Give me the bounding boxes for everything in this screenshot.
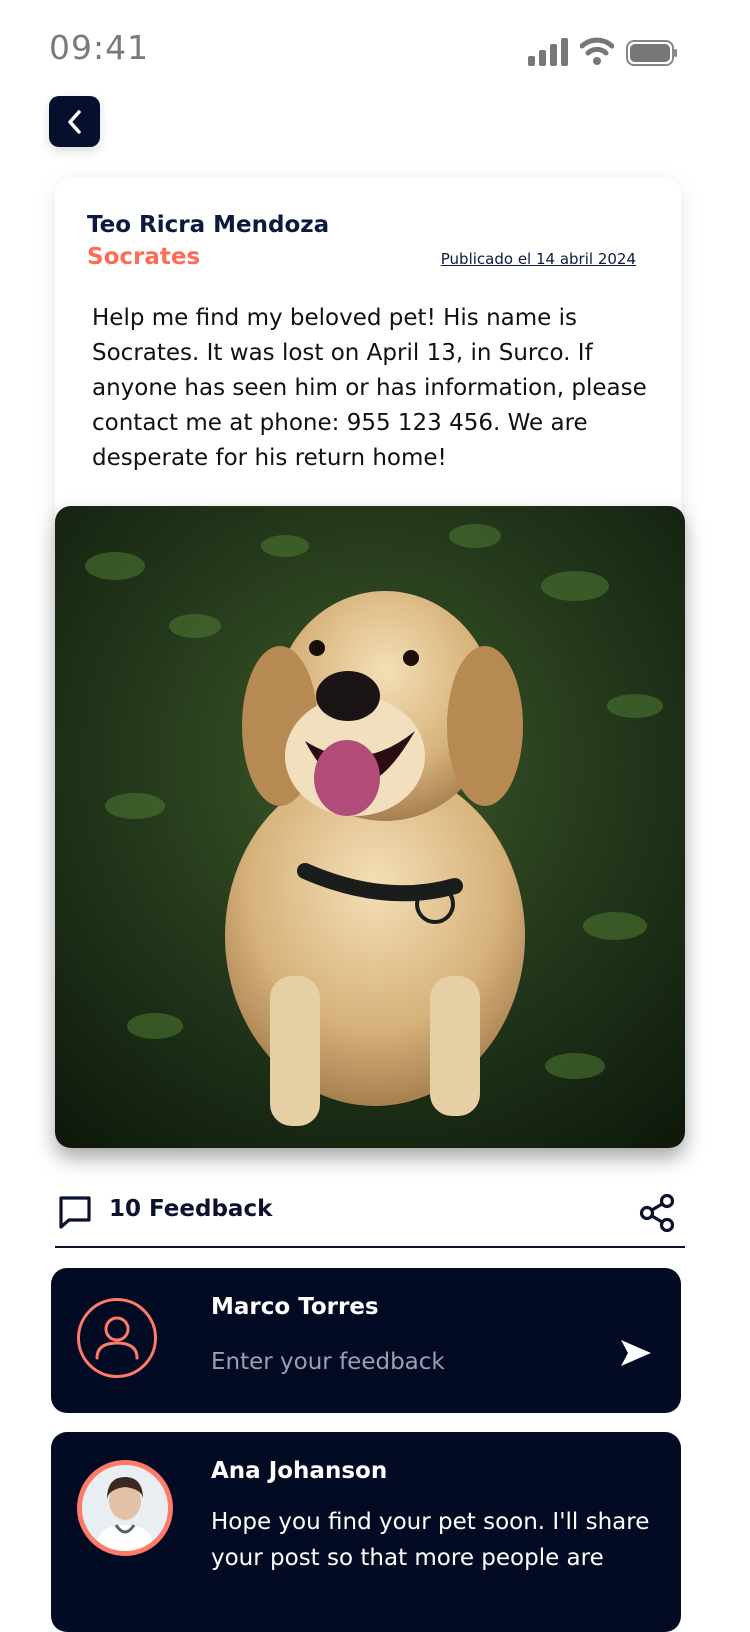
chevron-left-icon xyxy=(67,109,81,134)
post-text: Help me find my beloved pet! His name is… xyxy=(92,305,647,471)
avatar xyxy=(77,1298,157,1378)
comment-icon[interactable] xyxy=(57,1194,93,1230)
comment-card: Ana Johanson Hope you find your pet soon… xyxy=(51,1432,681,1632)
pet-name: Socrates xyxy=(87,244,201,270)
post-actions: 10 Feedback xyxy=(55,1188,685,1248)
published-date: Publicado el 14 abril 2024 xyxy=(440,250,636,268)
feedback-user-name: Marco Torres xyxy=(211,1294,379,1320)
battery-icon xyxy=(626,40,677,66)
comment-user-name: Ana Johanson xyxy=(211,1458,388,1484)
share-icon[interactable] xyxy=(639,1194,675,1232)
status-time: 09:41 xyxy=(49,28,150,67)
cellular-signal-icon xyxy=(528,38,568,66)
status-bar: 09:41 xyxy=(0,0,750,90)
comment-text: Hope you find your pet soon. I'll share … xyxy=(211,1509,650,1571)
feedback-input[interactable] xyxy=(211,1344,611,1380)
back-button[interactable] xyxy=(49,96,100,147)
wifi-icon xyxy=(580,37,614,65)
send-icon[interactable] xyxy=(619,1338,653,1368)
pet-photo[interactable] xyxy=(55,506,685,1148)
feedback-input-box: Marco Torres xyxy=(51,1268,681,1413)
post-author[interactable]: Teo Ricra Mendoza xyxy=(87,212,329,238)
avatar xyxy=(77,1460,173,1556)
feedback-count[interactable]: 10 Feedback xyxy=(109,1196,272,1222)
post-card: Teo Ricra Mendoza Socrates Publicado el … xyxy=(55,178,681,518)
user-photo xyxy=(82,1465,168,1551)
user-icon xyxy=(95,1316,139,1360)
